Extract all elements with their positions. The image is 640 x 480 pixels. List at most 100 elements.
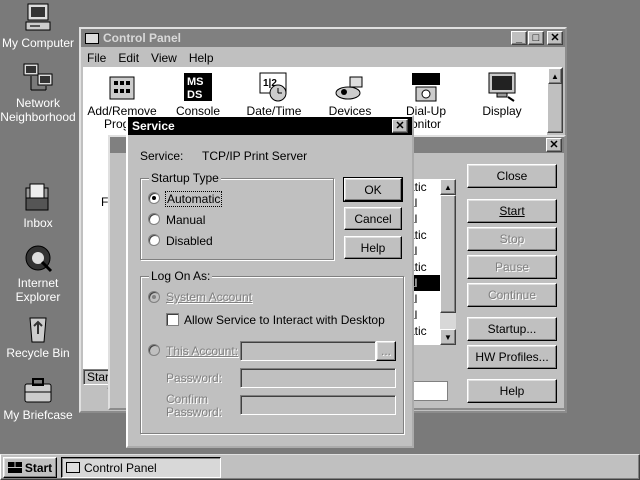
continue-button[interactable]: Continue xyxy=(467,283,557,307)
pause-button[interactable]: Pause xyxy=(467,255,557,279)
service-dialog: Service ✕ Service: TCP/IP Print Server S… xyxy=(126,115,414,448)
confirm-password-label: Confirm Password: xyxy=(166,392,223,419)
allow-interact-label[interactable]: Allow Service to Interact with Desktop xyxy=(184,313,385,327)
system-account-label[interactable]: System Account xyxy=(166,290,252,304)
start-menu-button[interactable]: Start xyxy=(3,457,57,478)
network-icon xyxy=(22,62,54,94)
maximize-icon: □ xyxy=(532,31,540,44)
list-scroll-down[interactable]: ▼ xyxy=(440,329,456,345)
taskbar: Start Control Panel xyxy=(0,454,640,480)
dialog-close-button[interactable]: ✕ xyxy=(392,119,408,133)
service-dialog-titlebar[interactable]: Service xyxy=(128,117,412,135)
scroll-down-icon: ▼ xyxy=(444,332,452,342)
window-title: Control Panel xyxy=(103,31,182,45)
radio-automatic-label[interactable]: Automatic xyxy=(164,191,223,207)
cp-icon-display[interactable]: Display xyxy=(465,71,539,118)
menu-file[interactable]: File xyxy=(87,51,106,65)
control-panel-app-icon xyxy=(85,32,99,44)
cp-icon-console[interactable]: MS DS Console xyxy=(161,71,235,118)
maximize-button[interactable]: □ xyxy=(528,31,544,45)
console-icon: MS DS xyxy=(182,71,214,103)
close-button[interactable]: ✕ xyxy=(547,31,563,45)
calendar-clock-icon: 1|2 xyxy=(258,71,290,103)
computer-icon xyxy=(22,2,54,34)
radio-disabled-label[interactable]: Disabled xyxy=(166,234,213,248)
menu-edit[interactable]: Edit xyxy=(118,51,139,65)
desktop-icon-label: Internet Explorer xyxy=(15,276,61,304)
hw-profiles-button[interactable]: HW Profiles... xyxy=(467,345,557,369)
add-remove-programs-icon xyxy=(106,71,138,103)
menu-view[interactable]: View xyxy=(151,51,177,65)
desktop-icon-my-computer[interactable]: My Computer xyxy=(0,2,76,50)
this-account-field[interactable] xyxy=(240,341,376,361)
start-button[interactable]: Start xyxy=(467,199,557,223)
close-icon: ✕ xyxy=(395,119,405,132)
radio-this-account[interactable] xyxy=(148,344,160,356)
desktop-icon-label: Recycle Bin xyxy=(6,346,70,360)
desktop-icon-internet-explorer[interactable]: Internet Explorer xyxy=(0,242,76,304)
menu-bar: File Edit View Help xyxy=(87,51,214,65)
devices-icon xyxy=(334,71,366,103)
cp-icon-label: Display xyxy=(482,104,522,118)
task-label: Control Panel xyxy=(84,460,157,475)
ok-button[interactable]: OK xyxy=(343,177,403,202)
inbox-icon xyxy=(22,182,54,214)
services-help-button[interactable]: Help xyxy=(467,379,557,403)
desktop-icon-my-briefcase[interactable]: My Briefcase xyxy=(0,374,76,422)
radio-manual-label[interactable]: Manual xyxy=(166,213,205,227)
list-scroll-thumb[interactable] xyxy=(440,195,456,313)
radio-system-account[interactable] xyxy=(148,291,160,303)
taskbar-task-control-panel[interactable]: Control Panel xyxy=(61,457,221,478)
browse-button[interactable]: ... xyxy=(376,341,396,361)
vertical-scrollbar[interactable]: ▲ xyxy=(547,67,563,133)
desktop-icon-label: My Computer xyxy=(1,36,75,50)
minimize-button[interactable]: _ xyxy=(511,31,527,45)
desktop-icon-label: Inbox xyxy=(23,216,53,230)
recycle-bin-icon xyxy=(22,312,54,344)
start-label: Start xyxy=(499,204,525,218)
control-panel-titlebar[interactable]: Control Panel xyxy=(81,29,565,47)
ie-icon xyxy=(22,242,54,274)
radio-automatic[interactable] xyxy=(148,192,160,204)
startup-button[interactable]: Startup... xyxy=(467,317,557,341)
password-field[interactable] xyxy=(240,368,396,388)
close-icon: ✕ xyxy=(550,31,560,44)
this-account-label[interactable]: This Account: xyxy=(166,344,238,358)
scroll-up-button[interactable]: ▲ xyxy=(548,68,562,84)
stop-button[interactable]: Stop xyxy=(467,227,557,251)
minimize-icon: _ xyxy=(515,31,523,44)
confirm-password-field[interactable] xyxy=(240,395,396,415)
dialog-help-button[interactable]: Help xyxy=(344,236,402,259)
allow-interact-checkbox[interactable] xyxy=(166,313,179,326)
cancel-button[interactable]: Cancel xyxy=(344,207,402,230)
start-label: Start xyxy=(24,460,53,475)
service-name: TCP/IP Print Server xyxy=(202,149,308,163)
scroll-up-icon: ▲ xyxy=(551,71,559,81)
cp-icon-date-time[interactable]: 1|2 Date/Time xyxy=(237,71,311,118)
cp-icon-devices[interactable]: Devices xyxy=(313,71,387,118)
scroll-up-icon: ▲ xyxy=(444,182,452,192)
desktop-icon-network-neighborhood[interactable]: Network Neighborhood xyxy=(0,62,76,124)
display-icon xyxy=(486,71,518,103)
radio-disabled[interactable] xyxy=(148,234,160,246)
desktop-icon-recycle-bin[interactable]: Recycle Bin xyxy=(0,312,76,360)
control-panel-task-icon xyxy=(66,462,80,473)
desktop-icon-label: Network Neighborhood xyxy=(0,96,76,124)
dial-up-monitor-icon xyxy=(410,71,442,103)
startup-type-label: Startup Type xyxy=(149,171,221,185)
list-scroll-up[interactable]: ▲ xyxy=(440,179,456,195)
logon-label: Log On As: xyxy=(149,269,213,283)
close-icon: ✕ xyxy=(549,138,559,151)
desktop-icon-inbox[interactable]: Inbox xyxy=(0,182,76,230)
svg-text:MS: MS xyxy=(187,76,204,88)
dialog-title: Service xyxy=(132,119,175,133)
services-close-btn[interactable]: Close xyxy=(467,164,557,188)
services-list-scrollbar[interactable]: ▲ ▼ xyxy=(440,179,456,345)
radio-manual[interactable] xyxy=(148,213,160,225)
svg-text:DS: DS xyxy=(187,89,202,101)
services-close-button[interactable]: ✕ xyxy=(546,138,562,152)
briefcase-icon xyxy=(22,374,54,406)
service-label: Service: xyxy=(140,149,184,163)
password-label: Password: xyxy=(166,371,223,385)
menu-help[interactable]: Help xyxy=(189,51,214,65)
